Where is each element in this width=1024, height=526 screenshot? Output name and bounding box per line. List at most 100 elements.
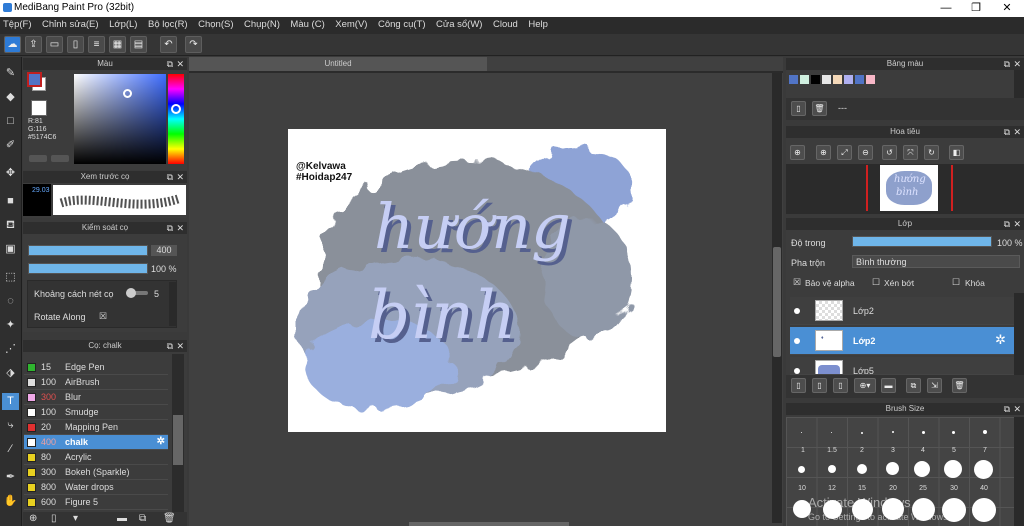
alpha-protect-checkbox[interactable]: ☒ — [793, 277, 801, 288]
comment-icon[interactable]: ▭ — [46, 36, 63, 53]
divide-tool-icon[interactable]: ∕ — [2, 441, 19, 458]
redo-icon[interactable]: ↷ — [185, 36, 202, 53]
menu-file[interactable]: Tệp(F) — [0, 17, 37, 30]
layer-opacity-slider[interactable] — [852, 236, 992, 247]
clipping-checkbox[interactable]: ☐ — [872, 277, 880, 288]
rotate-along-checkbox[interactable]: ☒ — [99, 311, 107, 322]
layer-scrollbar[interactable] — [1014, 293, 1024, 375]
popout-icon[interactable]: ⧉ — [1004, 403, 1010, 415]
menu-filter[interactable]: Bộ lọc(R) — [145, 17, 193, 30]
brush-size-scrollbar[interactable] — [1014, 417, 1024, 526]
brush-size-slider[interactable] — [28, 245, 148, 256]
popout-icon[interactable]: ⧉ — [1004, 58, 1010, 70]
popout-icon[interactable]: ⧉ — [167, 222, 173, 234]
menu-capture[interactable]: Chụp(N) — [241, 17, 285, 30]
hue-slider[interactable] — [168, 74, 184, 164]
picker-handle[interactable] — [123, 89, 132, 98]
brush-item[interactable]: 100 Smudge — [24, 405, 168, 420]
menu-window[interactable]: Cửa sổ(W) — [433, 17, 487, 30]
size-dot[interactable] — [861, 432, 863, 434]
close-icon[interactable]: ✕ — [1013, 126, 1021, 138]
size-dot[interactable] — [983, 430, 987, 434]
brush-item[interactable]: 300 Bokeh (Sparkle) — [24, 465, 168, 480]
size-dot[interactable] — [886, 462, 899, 475]
rotate-left-icon[interactable]: ↺ — [882, 145, 897, 160]
close-icon[interactable]: ✕ — [1013, 218, 1021, 230]
fit-icon[interactable]: ⤢ — [837, 145, 852, 160]
popout-icon[interactable]: ⧉ — [167, 58, 173, 70]
zoom-in-icon[interactable]: ⊕ — [816, 145, 831, 160]
document-tab[interactable]: Untitled — [189, 57, 487, 71]
brush-item[interactable]: 600 Figure 5 — [24, 495, 168, 510]
gradient-tool-icon[interactable]: ▣ — [2, 241, 19, 258]
close-icon[interactable]: ✕ — [176, 58, 184, 70]
brush-item[interactable]: 300 Blur — [24, 390, 168, 405]
saturation-value-picker[interactable] — [74, 74, 166, 164]
palette-swatch[interactable] — [822, 75, 831, 84]
menu-cloud[interactable]: Cloud — [490, 17, 523, 30]
eye-icon[interactable] — [794, 308, 800, 314]
menu-select[interactable]: Chọn(S) — [195, 17, 238, 30]
document-icon[interactable]: ≡ — [88, 36, 105, 53]
bucket-tool-icon[interactable]: ⛾ — [2, 217, 19, 234]
brush-options-scrollbar[interactable] — [169, 282, 177, 326]
merge-layer-icon[interactable]: ⇲ — [927, 378, 942, 393]
eyedropper-tool-icon[interactable]: ✒ — [2, 469, 19, 486]
close-icon[interactable]: ✕ — [176, 222, 184, 234]
copy-icon[interactable]: ⧉ — [139, 513, 146, 524]
brush-size-value[interactable]: 400 — [151, 245, 177, 256]
brush-item-selected[interactable]: 400 chalk ✲ — [24, 435, 168, 450]
size-dot[interactable] — [944, 460, 962, 478]
brush-item[interactable]: 100 AirBrush — [24, 375, 168, 390]
popout-icon[interactable]: ⧉ — [1004, 126, 1010, 138]
horizontal-scroll-thumb[interactable] — [409, 522, 569, 526]
flip-icon[interactable]: ◧ — [949, 145, 964, 160]
blend-mode-select[interactable]: Bình thường — [852, 255, 1020, 268]
spacing-handle[interactable] — [126, 288, 136, 298]
brush-dropdown-icon[interactable]: ▾ — [73, 513, 78, 524]
menu-help[interactable]: Help — [525, 17, 553, 30]
navigator-viewport[interactable]: hướng bình — [786, 164, 1024, 214]
brush-list-scroll-thumb[interactable] — [173, 415, 183, 465]
size-dot[interactable] — [857, 464, 867, 474]
brush-item[interactable]: 800 Water drops — [24, 480, 168, 495]
menu-tools[interactable]: Công cụ(T) — [375, 17, 431, 30]
grid-icon[interactable]: ▦ — [109, 36, 126, 53]
trash-icon[interactable]: 🗑 — [163, 513, 176, 524]
size-dot[interactable] — [831, 432, 832, 433]
text-tool-icon[interactable]: T — [2, 393, 19, 410]
size-dot[interactable] — [892, 431, 894, 433]
popout-icon[interactable]: ⧉ — [167, 340, 173, 352]
palette-swatch[interactable] — [833, 75, 842, 84]
folder-icon[interactable]: ▬ — [117, 513, 127, 524]
size-dot[interactable] — [972, 498, 996, 522]
transparent-swatch[interactable] — [31, 100, 47, 116]
layer-row[interactable]: Lớp5 — [790, 357, 1014, 375]
close-icon[interactable]: ✕ — [176, 340, 184, 352]
duplicate-layer-icon[interactable]: ⧉ — [906, 378, 921, 393]
palette-swatch[interactable] — [811, 75, 820, 84]
hue-handle[interactable] — [171, 104, 181, 114]
lock-checkbox[interactable]: ☐ — [952, 277, 960, 288]
eraser-select-icon[interactable]: ⬗ — [2, 365, 19, 382]
size-dot[interactable] — [974, 460, 993, 479]
shape-tool-icon[interactable]: □ — [2, 113, 19, 130]
pen-tool-icon[interactable]: ✐ — [2, 137, 19, 154]
brush-tool-icon[interactable]: ✎ — [2, 65, 19, 82]
close-icon[interactable]: ✕ — [1013, 403, 1021, 415]
swap-button[interactable] — [29, 155, 47, 162]
popout-icon[interactable]: ⧉ — [167, 171, 173, 183]
layer-row-selected[interactable]: ♦ Lớp2 ✲ — [790, 327, 1014, 355]
size-dot[interactable] — [952, 431, 955, 434]
brush-opacity-slider[interactable] — [28, 263, 148, 274]
menu-view[interactable]: Xem(V) — [332, 17, 372, 30]
hand-tool-icon[interactable]: ✋ — [2, 493, 19, 510]
menu-edit[interactable]: Chỉnh sửa(E) — [39, 17, 104, 30]
vertical-scroll-thumb[interactable] — [773, 247, 781, 357]
close-icon[interactable]: ✕ — [1013, 58, 1021, 70]
brush-item[interactable]: 20 Mapping Pen — [24, 420, 168, 435]
operation-tool-icon[interactable]: ⤷ — [2, 417, 19, 434]
upload-icon[interactable]: ⇪ — [25, 36, 42, 53]
lasso-tool-icon[interactable]: ◌ — [2, 293, 19, 310]
palette-swatch[interactable] — [855, 75, 864, 84]
